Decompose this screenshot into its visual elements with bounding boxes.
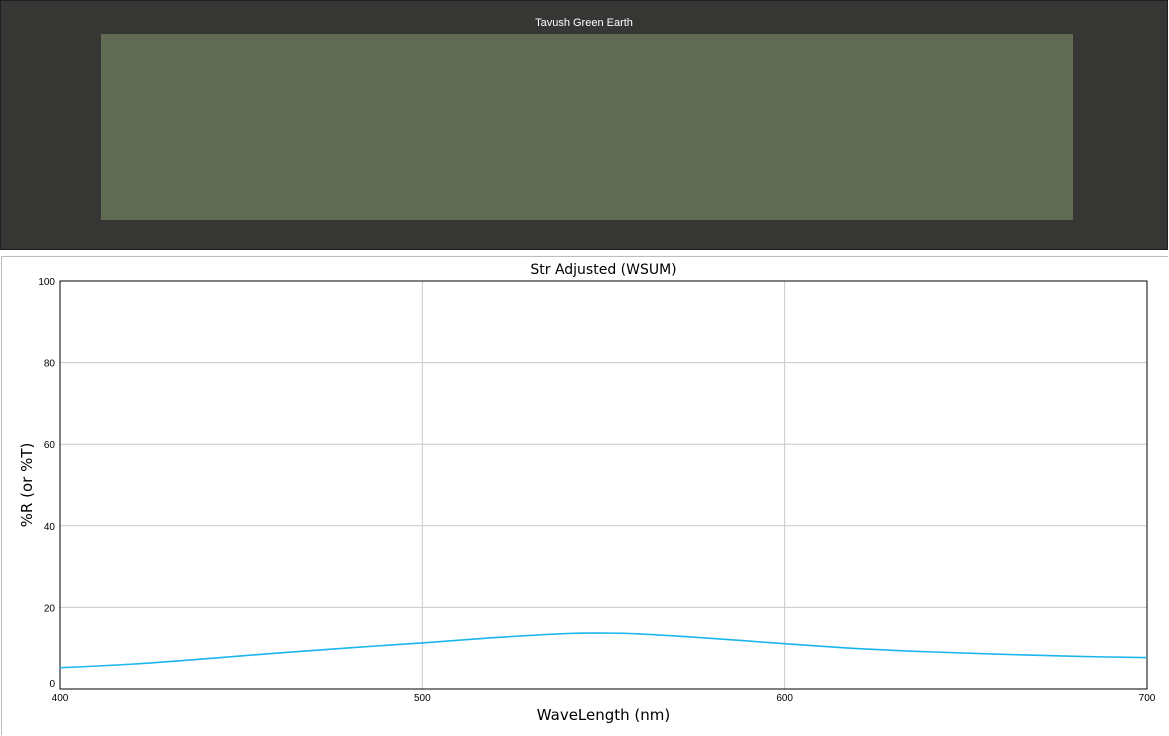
chart-panel: 400 500 600 700 0 20 40 60 80 100 Str Adjusted (W… <box>1 256 1168 735</box>
y-axis-title: %R (or %T) <box>18 443 36 528</box>
plot-frame <box>59 280 1148 690</box>
tick-labels: 400 500 600 700 0 20 40 60 80 100 <box>38 277 1155 704</box>
grid <box>59 280 1148 690</box>
x-tick-label: 400 <box>52 693 69 704</box>
reflectance-curve <box>59 632 1148 669</box>
y-tick-label: 20 <box>44 603 56 614</box>
x-tick-label: 700 <box>1139 693 1156 704</box>
y-tick-label: 0 <box>49 679 55 690</box>
y-tick-label: 60 <box>44 440 56 451</box>
x-tick-label: 600 <box>776 693 793 704</box>
color-swatch <box>101 34 1073 220</box>
y-tick-label: 40 <box>44 522 56 533</box>
spectral-chart: 400 500 600 700 0 20 40 60 80 100 Str Adjusted (W… <box>18 262 1156 724</box>
chart-title: Str Adjusted (WSUM) <box>530 262 676 278</box>
swatch-label: Tavush Green Earth <box>535 17 633 29</box>
series-layer <box>59 632 1148 669</box>
x-tick-label: 500 <box>414 693 431 704</box>
y-tick-label: 100 <box>38 277 55 288</box>
y-tick-label: 80 <box>44 359 56 370</box>
swatch-panel: Tavush Green Earth <box>0 0 1168 250</box>
x-axis-title: WaveLength (nm) <box>537 706 671 724</box>
